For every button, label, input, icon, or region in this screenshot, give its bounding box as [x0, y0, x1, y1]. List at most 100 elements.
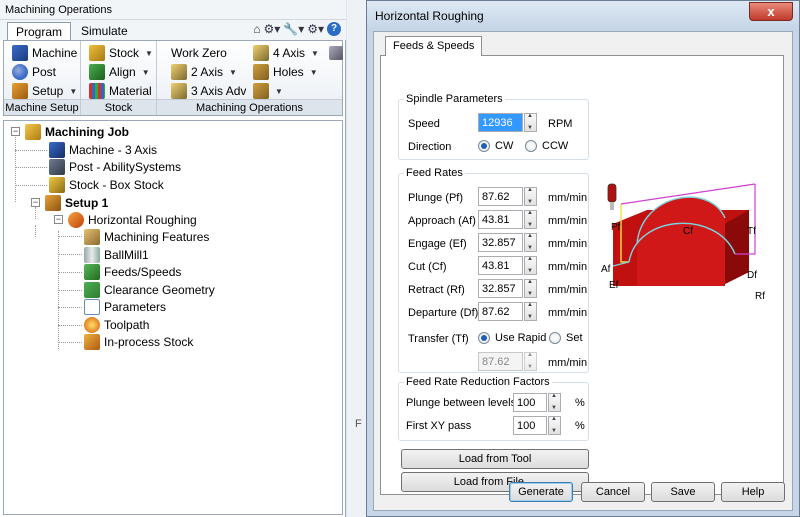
- align-button[interactable]: Align ▼: [89, 63, 150, 81]
- tree-item-feeds-speeds[interactable]: Feeds/Speeds: [84, 263, 182, 280]
- parameters-icon: [84, 298, 100, 315]
- background-window-label: F: [355, 418, 362, 430]
- material-icon: [89, 83, 105, 99]
- work-zero-button[interactable]: Work Zero: [171, 44, 227, 62]
- departure-input[interactable]: [478, 302, 523, 321]
- 3-axis-adv-button[interactable]: 3 Axis Adv ▼: [171, 82, 260, 100]
- plunge-input[interactable]: [478, 187, 523, 206]
- tab-program[interactable]: Program: [7, 22, 72, 40]
- background-window: F: [347, 0, 367, 517]
- setup-button[interactable]: Setup ▼: [12, 82, 77, 100]
- collapse-toggle[interactable]: −: [31, 198, 40, 207]
- first-xy-pass-spinner[interactable]: [548, 416, 561, 435]
- grid-icon[interactable]: [328, 46, 343, 60]
- plunge-between-levels-spinner[interactable]: [548, 393, 561, 412]
- cancel-button[interactable]: Cancel: [581, 482, 645, 502]
- group-stock: Stock ▼ Align ▼ Material Stock: [81, 41, 157, 115]
- set-label: Set: [566, 332, 583, 344]
- 4-axis-button[interactable]: 4 Axis ▼ ▼: [253, 44, 357, 62]
- tab-feeds-speeds[interactable]: Feeds & Speeds: [385, 36, 483, 56]
- tool-icon: [607, 183, 617, 203]
- engage-input[interactable]: [478, 233, 523, 252]
- home-icon[interactable]: ⌂: [253, 20, 260, 38]
- speed-input[interactable]: [478, 113, 523, 132]
- machine-button[interactable]: Machine: [12, 44, 77, 62]
- post-button[interactable]: Post: [12, 63, 56, 81]
- engage-label: Engage (Ef): [408, 238, 467, 250]
- tree-item-horizontal-roughing[interactable]: Horizontal Roughing: [68, 211, 197, 228]
- speed-spinner[interactable]: [524, 113, 537, 132]
- post-icon: [12, 64, 28, 80]
- 4-axis-icon: [253, 45, 269, 61]
- dropdown-arrow-icon: ▼: [311, 48, 319, 58]
- tree-item-stock[interactable]: Stock - Box Stock: [49, 176, 164, 193]
- tree-item-machine[interactable]: Machine - 3 Axis: [49, 141, 157, 158]
- generate-button[interactable]: Generate: [509, 482, 573, 502]
- tree-item-in-process-stock[interactable]: In-process Stock: [84, 333, 193, 350]
- cut-input[interactable]: [478, 256, 523, 275]
- collapse-toggle[interactable]: −: [11, 127, 20, 136]
- material-button[interactable]: Material: [89, 82, 152, 100]
- tree-item-post[interactable]: Post - AbilitySystems: [49, 158, 181, 175]
- load-from-tool-button[interactable]: Load from Tool: [401, 449, 589, 469]
- cut-unit: mm/min: [548, 261, 588, 273]
- ball-mill-tool-icon: [84, 246, 100, 263]
- percent-unit: %: [575, 420, 585, 432]
- approach-input[interactable]: [478, 210, 523, 229]
- transfer-unit: mm/min: [548, 357, 588, 369]
- machine-icon: [49, 141, 65, 158]
- group-title: Spindle Parameters: [404, 93, 505, 105]
- direction-label: Direction: [408, 141, 452, 153]
- cut-spinner[interactable]: [524, 256, 537, 275]
- retract-spinner[interactable]: [524, 279, 537, 298]
- plunge-between-levels-label: Plunge between levels: [406, 397, 517, 409]
- tree-item-setup-1[interactable]: Setup 1: [45, 194, 108, 211]
- holes-button[interactable]: Holes ▼: [253, 63, 318, 81]
- retract-input[interactable]: [478, 279, 523, 298]
- machining-operations-panel: Machining Operations Program Simulate ⌂ …: [0, 0, 357, 517]
- tree-item-toolpath[interactable]: Toolpath: [84, 316, 149, 333]
- holes-icon: [253, 64, 269, 80]
- help-icon[interactable]: ?: [327, 22, 341, 36]
- stock-icon: [89, 45, 105, 61]
- close-button[interactable]: x: [749, 2, 793, 21]
- cw-radio[interactable]: [478, 140, 490, 152]
- tree-item-machining-job[interactable]: Machining Job: [25, 123, 129, 140]
- tree-item-clearance-geometry[interactable]: Clearance Geometry: [84, 281, 215, 298]
- 2-axis-button[interactable]: 2 Axis ▼: [171, 63, 237, 81]
- plunge-between-levels-input[interactable]: [513, 393, 547, 412]
- dialog-titlebar[interactable]: Horizontal Roughing x: [367, 1, 799, 31]
- more-operations-button[interactable]: ▼: [253, 82, 283, 100]
- align-icon: [89, 64, 105, 80]
- stock-button[interactable]: Stock ▼: [89, 44, 153, 62]
- gear-dropdown-icon[interactable]: ⚙▾: [263, 20, 280, 38]
- collapse-toggle[interactable]: −: [54, 215, 63, 224]
- transfer-input[interactable]: [478, 352, 523, 371]
- settings-icon[interactable]: ⚙▾: [307, 20, 324, 38]
- transfer-spinner[interactable]: [524, 352, 537, 371]
- cut-label: Cut (Cf): [408, 261, 447, 273]
- save-button[interactable]: Save: [651, 482, 715, 502]
- job-tree: − Machining Job Machine - 3 Axis Post - …: [3, 120, 343, 515]
- wrench-icon[interactable]: 🔧▾: [283, 20, 304, 38]
- tool-tip-shape: [610, 202, 614, 210]
- help-button[interactable]: Help: [721, 482, 785, 502]
- tree-item-parameters[interactable]: Parameters: [84, 298, 166, 315]
- tab-simulate[interactable]: Simulate: [73, 22, 136, 40]
- first-xy-pass-input[interactable]: [513, 416, 547, 435]
- tree-item-machining-features[interactable]: Machining Features: [84, 228, 209, 245]
- set-radio[interactable]: [549, 332, 561, 344]
- plunge-spinner[interactable]: [524, 187, 537, 206]
- af-label: Af: [601, 264, 611, 275]
- dialog-body: Feeds & Speeds Spindle Parameters Speed …: [373, 31, 793, 511]
- ccw-radio[interactable]: [525, 140, 537, 152]
- tree-item-ballmill1[interactable]: BallMill1: [84, 246, 149, 263]
- dialog-title: Horizontal Roughing: [375, 9, 484, 23]
- ef-label: Ef: [609, 280, 619, 291]
- cf-label: Cf: [683, 226, 693, 237]
- df-label: Df: [747, 270, 757, 281]
- use-rapid-radio[interactable]: [478, 332, 490, 344]
- engage-spinner[interactable]: [524, 233, 537, 252]
- departure-spinner[interactable]: [524, 302, 537, 321]
- approach-spinner[interactable]: [524, 210, 537, 229]
